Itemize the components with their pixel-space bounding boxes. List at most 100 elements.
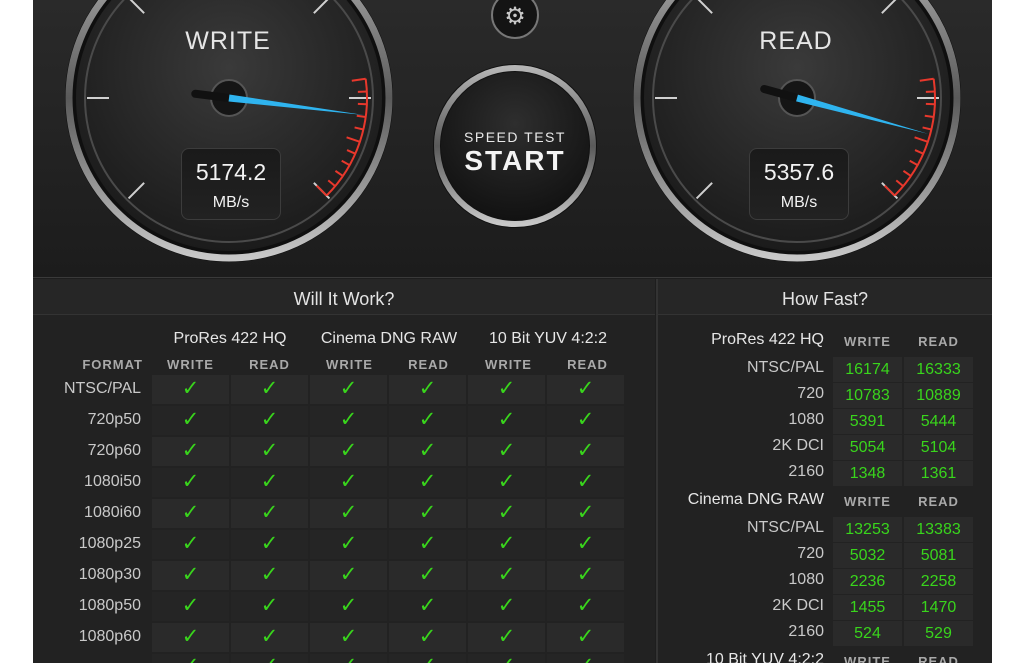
check-icon: ✓ [497, 470, 516, 493]
how-sub-header: WRITE [844, 334, 891, 349]
check-icon: ✓ [576, 594, 595, 617]
how-row-label: NTSC/PAL [746, 519, 824, 536]
check-icon: ✓ [339, 377, 358, 400]
check-icon: ✓ [497, 377, 516, 400]
how-read-value: 2258 [904, 569, 973, 594]
write-redline-tick [356, 114, 366, 118]
will-row-label: 1080p60 [78, 628, 141, 645]
how-sub-header: WRITE [844, 494, 891, 509]
how-write-value: 5054 [833, 435, 902, 460]
how-group-header: Cinema DNG RAW [687, 491, 824, 508]
read-readout: 5357.6 MB/s [749, 148, 849, 220]
check-icon: ✓ [309, 653, 388, 663]
how-read-value: 5444 [904, 409, 973, 434]
will-group-header: ProRes 422 HQ [173, 330, 287, 347]
will-row-label: 720p60 [87, 442, 141, 459]
check-icon: ✓ [576, 625, 595, 648]
will-sub-header: WRITE [485, 357, 532, 372]
gauge-area: ⚙ WRITE READ 5174.2 MB/s 5357.6 MB/s SPE… [33, 0, 992, 278]
check-icon: ✓ [339, 408, 358, 431]
will-sub-header: READ [249, 357, 290, 372]
read-redline-tick [924, 114, 934, 118]
check-icon: ✓ [418, 563, 437, 586]
check-icon: ✓ [497, 439, 516, 462]
check-icon: ✓ [260, 439, 279, 462]
how-row-label: 2K DCI [772, 437, 824, 454]
check-icon: ✓ [576, 377, 595, 400]
read-speed-unit: MB/s [780, 194, 818, 211]
will-row-label: 1080p50 [78, 597, 141, 614]
check-icon: ✓ [497, 532, 516, 555]
check-icon: ✓ [418, 470, 437, 493]
check-icon: ✓ [497, 408, 516, 431]
check-icon: ✓ [151, 653, 230, 663]
how-write-value: 10783 [833, 383, 902, 408]
check-icon: ✓ [418, 439, 437, 462]
how-row-label: 2160 [788, 623, 824, 640]
will-row-label: 720p50 [87, 411, 141, 428]
how-row-label: 720 [797, 385, 824, 402]
write-needle-tail [191, 89, 233, 102]
check-icon: ✓ [546, 653, 625, 663]
check-icon: ✓ [467, 653, 546, 663]
check-icon: ✓ [497, 594, 516, 617]
check-icon: ✓ [418, 377, 437, 400]
check-icon: ✓ [418, 501, 437, 524]
start-button-sublabel: SPEED TEST [464, 129, 566, 145]
how-write-value: 5391 [833, 409, 902, 434]
check-icon: ✓ [181, 532, 200, 555]
gear-icon[interactable] [494, 0, 538, 36]
check-icon: ✓ [181, 439, 200, 462]
how-sub-header: WRITE [844, 654, 891, 663]
check-icon: ✓ [339, 532, 358, 555]
will-sub-header: READ [567, 357, 608, 372]
check-icon: ✓ [181, 594, 200, 617]
check-icon: ✓ [260, 594, 279, 617]
how-read-value: 16333 [904, 357, 973, 382]
how-sub-header: READ [918, 654, 959, 663]
write-speed-value: 5174.2 [195, 159, 267, 185]
will-it-work-title: Will It Work? [33, 279, 655, 315]
how-group-header: ProRes 422 HQ [711, 331, 824, 348]
will-row-label: 1080i50 [84, 473, 141, 490]
check-icon: ✓ [181, 625, 200, 648]
check-icon: ✓ [497, 501, 516, 524]
write-speed-unit: MB/s [212, 194, 250, 211]
how-row-label: 2160 [788, 463, 824, 480]
how-sub-header: READ [918, 494, 959, 509]
how-write-value: 16174 [833, 357, 902, 382]
will-row-label: 1080i60 [84, 504, 141, 521]
check-icon: ✓ [260, 377, 279, 400]
check-icon: ✓ [576, 470, 595, 493]
how-row-label: 1080 [788, 411, 824, 428]
check-icon: ✓ [339, 439, 358, 462]
check-icon: ✓ [260, 470, 279, 493]
start-button-label: START [464, 145, 566, 176]
will-sub-header: READ [408, 357, 449, 372]
write-gauge-title: WRITE [185, 27, 271, 55]
check-icon: ✓ [497, 563, 516, 586]
check-icon: ✓ [181, 408, 200, 431]
how-read-value: 10889 [904, 383, 973, 408]
read-speed-value: 5357.6 [763, 159, 835, 185]
how-read-value: 1470 [904, 595, 973, 620]
check-icon: ✓ [497, 625, 516, 648]
how-read-value: 5081 [904, 543, 973, 568]
app-window: ⚙ WRITE READ 5174.2 MB/s 5357.6 MB/s SPE… [33, 0, 992, 663]
will-group-header: Cinema DNG RAW [320, 330, 458, 347]
check-icon: ✓ [260, 408, 279, 431]
check-icon: ✓ [418, 625, 437, 648]
check-icon: ✓ [339, 563, 358, 586]
check-icon: ✓ [576, 439, 595, 462]
check-icon: ✓ [576, 563, 595, 586]
how-fast-panel: How Fast? ProRes 422 HQ WRITE READ NTSC/PAL… [656, 279, 992, 663]
how-row-label: NTSC/PAL [746, 359, 824, 376]
check-icon: ✓ [339, 594, 358, 617]
will-row-label: 1080p30 [78, 566, 141, 583]
check-icon: ✓ [181, 501, 200, 524]
check-icon: ✓ [576, 501, 595, 524]
will-it-work-panel: Will It Work? ProRes 422 HQ WRITE READ Cine… [33, 279, 655, 663]
read-gauge-title: READ [759, 27, 833, 55]
check-icon: ✓ [418, 594, 437, 617]
check-icon: ✓ [576, 408, 595, 431]
